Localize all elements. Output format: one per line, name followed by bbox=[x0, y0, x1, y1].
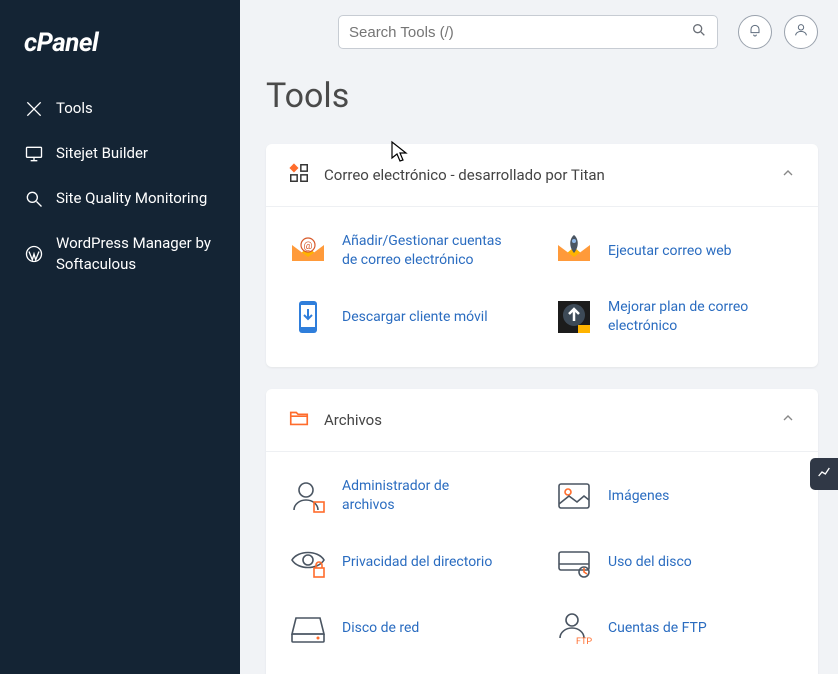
sidebar-item-site-quality[interactable]: Site Quality Monitoring bbox=[0, 176, 240, 221]
image-icon bbox=[554, 476, 594, 516]
tool-upgrade-email[interactable]: Mejorar plan de correo electrónico bbox=[542, 287, 808, 347]
notifications-button[interactable] bbox=[738, 15, 772, 49]
sidebar-item-label: Tools bbox=[56, 98, 216, 119]
panel-title: Archivos bbox=[324, 411, 766, 429]
tool-ftp-accounts[interactable]: FTP Cuentas de FTP bbox=[542, 598, 808, 658]
sidebar-item-label: Site Quality Monitoring bbox=[56, 188, 216, 209]
magnifier-icon bbox=[24, 189, 44, 209]
tool-images[interactable]: Imágenes bbox=[542, 466, 808, 526]
tool-net-disk[interactable]: Disco de red bbox=[276, 598, 542, 658]
tools-icon bbox=[24, 99, 44, 119]
svg-text:@: @ bbox=[304, 241, 313, 252]
tool-label: Mejorar plan de correo electrónico bbox=[608, 298, 768, 336]
tool-mobile-client[interactable]: Descargar cliente móvil bbox=[276, 287, 542, 347]
search-input[interactable] bbox=[349, 24, 691, 41]
upgrade-mail-icon bbox=[554, 297, 594, 337]
panel-email: Correo electrónico - desarrollado por Ti… bbox=[266, 144, 818, 367]
panel-title: Correo electrónico - desarrollado por Ti… bbox=[324, 166, 766, 184]
tool-ftp-connections[interactable]: FTP Conexiones de FTP bbox=[276, 664, 542, 674]
tool-file-manager[interactable]: Administrador de archivos bbox=[276, 466, 542, 526]
net-disk-icon bbox=[288, 608, 328, 648]
chevron-up-icon bbox=[780, 165, 796, 185]
mail-rocket-icon bbox=[554, 231, 594, 271]
sidebar-item-label: Sitejet Builder bbox=[56, 143, 216, 164]
sidebar-item-label: WordPress Manager by Softaculous bbox=[56, 233, 216, 275]
file-user-icon bbox=[288, 476, 328, 516]
tool-label: Descargar cliente móvil bbox=[342, 308, 488, 327]
main-content: Tools Correo electrónico - desarrollado … bbox=[240, 62, 838, 674]
sidebar-item-sitejet[interactable]: Sitejet Builder bbox=[0, 131, 240, 176]
search-box[interactable] bbox=[338, 15, 718, 49]
phone-download-icon bbox=[288, 297, 328, 337]
folder-icon bbox=[288, 407, 310, 433]
chart-icon bbox=[816, 464, 832, 484]
tool-label: Administrador de archivos bbox=[342, 477, 502, 515]
panel-body-files: Administrador de archivos Imágenes bbox=[266, 452, 818, 674]
user-icon bbox=[793, 22, 809, 42]
tool-label: Ejecutar correo web bbox=[608, 242, 732, 261]
tool-label: Uso del disco bbox=[608, 553, 692, 572]
disk-usage-icon bbox=[554, 542, 594, 582]
sitejet-icon bbox=[24, 144, 44, 164]
wordpress-icon bbox=[24, 244, 44, 264]
sidebar: cPanel Tools Sitejet Builder Site Qualit… bbox=[0, 0, 240, 674]
tool-label: Imágenes bbox=[608, 487, 669, 506]
panel-header-files[interactable]: Archivos bbox=[266, 389, 818, 452]
tool-disk-usage[interactable]: Uso del disco bbox=[542, 532, 808, 592]
mail-at-icon: @ bbox=[288, 231, 328, 271]
sidebar-item-tools[interactable]: Tools bbox=[0, 86, 240, 131]
panel-body-email: @ Añadir/Gestionar cuentas de correo ele… bbox=[266, 207, 818, 367]
panel-header-email[interactable]: Correo electrónico - desarrollado por Ti… bbox=[266, 144, 818, 207]
tool-label: Privacidad del directorio bbox=[342, 553, 492, 572]
tool-label: Cuentas de FTP bbox=[608, 619, 707, 638]
search-icon[interactable] bbox=[691, 22, 707, 42]
tool-label: Añadir/Gestionar cuentas de correo elect… bbox=[342, 232, 502, 270]
tool-ftp-anon[interactable]: FTP FTP anónimo bbox=[542, 664, 808, 674]
page-title: Tools bbox=[266, 76, 818, 116]
apps-icon bbox=[288, 162, 310, 188]
sidebar-item-wordpress[interactable]: WordPress Manager by Softaculous bbox=[0, 221, 240, 287]
panel-files: Archivos Administrador de archivos bbox=[266, 389, 818, 674]
tool-email-accounts[interactable]: @ Añadir/Gestionar cuentas de correo ele… bbox=[276, 221, 542, 281]
topbar bbox=[240, 12, 838, 52]
tool-webmail[interactable]: Ejecutar correo web bbox=[542, 221, 808, 281]
brand-logo: cPanel bbox=[0, 20, 240, 86]
tool-directory-privacy[interactable]: Privacidad del directorio bbox=[276, 532, 542, 592]
ftp-accounts-icon: FTP bbox=[554, 608, 594, 648]
chevron-up-icon bbox=[780, 410, 796, 430]
stats-tab[interactable] bbox=[810, 458, 838, 490]
tool-label: Disco de red bbox=[342, 619, 419, 638]
account-button[interactable] bbox=[784, 15, 818, 49]
svg-text:FTP: FTP bbox=[576, 637, 592, 647]
eye-lock-icon bbox=[288, 542, 328, 582]
bell-icon bbox=[747, 22, 763, 42]
